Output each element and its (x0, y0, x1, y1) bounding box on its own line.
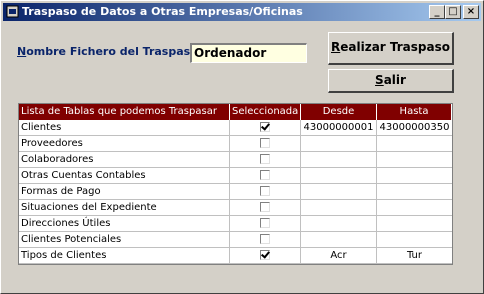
seleccionada-checkbox[interactable] (260, 218, 270, 228)
row-desde[interactable]: Acr (301, 248, 377, 264)
table-row[interactable]: Formas de Pago (19, 184, 452, 200)
table-row[interactable]: Tipos de Clientes Acr Tur (19, 248, 452, 264)
row-seleccionada (230, 120, 301, 136)
row-seleccionada (230, 200, 301, 216)
traspaso-window: Traspaso de Datos a Otras Empresas/Ofici… (0, 0, 484, 294)
header-seleccionada: Seleccionada (230, 104, 301, 120)
table-row[interactable]: Otras Cuentas Contables (19, 168, 452, 184)
row-name[interactable]: Otras Cuentas Contables (19, 168, 230, 184)
fichero-label-text: ombre Fichero del Traspaso (26, 45, 198, 58)
salir-label: alir (383, 73, 406, 87)
row-seleccionada (230, 168, 301, 184)
row-desde[interactable] (301, 200, 377, 216)
row-name[interactable]: Clientes (19, 120, 230, 136)
title-bar[interactable]: Traspaso de Datos a Otras Empresas/Ofici… (3, 3, 481, 21)
minimize-icon: _ (434, 6, 440, 17)
app-icon (6, 5, 19, 18)
maximize-button[interactable]: □ (445, 5, 461, 19)
row-desde[interactable] (301, 232, 377, 248)
seleccionada-checkbox[interactable] (260, 186, 270, 196)
fichero-label-mnemonic: N (17, 45, 27, 58)
row-desde[interactable] (301, 136, 377, 152)
row-hasta[interactable] (377, 200, 452, 216)
header-desde: Desde (301, 104, 377, 120)
seleccionada-checkbox[interactable] (260, 234, 270, 244)
header-hasta: Hasta (377, 104, 452, 120)
row-seleccionada (230, 232, 301, 248)
close-icon: × (466, 6, 476, 17)
realizar-mnemonic: R (331, 40, 341, 54)
row-desde[interactable] (301, 152, 377, 168)
row-seleccionada (230, 216, 301, 232)
row-desde[interactable] (301, 168, 377, 184)
window-title: Traspaso de Datos a Otras Empresas/Ofici… (22, 5, 303, 18)
row-hasta[interactable] (377, 232, 452, 248)
maximize-icon: □ (448, 6, 458, 17)
row-name[interactable]: Clientes Potenciales (19, 232, 230, 248)
grid-body: Clientes 43000000001 43000000350 Proveedore… (19, 120, 452, 264)
seleccionada-checkbox[interactable] (260, 122, 270, 132)
row-name[interactable]: Formas de Pago (19, 184, 230, 200)
row-hasta[interactable] (377, 136, 452, 152)
row-seleccionada (230, 152, 301, 168)
row-seleccionada (230, 248, 301, 264)
salir-mnemonic: S (375, 73, 384, 87)
row-desde[interactable]: 43000000001 (301, 120, 377, 136)
table-row[interactable]: Clientes Potenciales (19, 232, 452, 248)
seleccionada-checkbox[interactable] (260, 202, 270, 212)
row-name[interactable]: Colaboradores (19, 152, 230, 168)
row-hasta[interactable] (377, 152, 452, 168)
row-hasta[interactable]: Tur (377, 248, 452, 264)
table-row[interactable]: Situaciones del Expediente (19, 200, 452, 216)
row-name[interactable]: Direcciones Útiles (19, 216, 230, 232)
row-hasta[interactable]: 43000000350 (377, 120, 452, 136)
row-hasta[interactable] (377, 168, 452, 184)
seleccionada-checkbox[interactable] (260, 138, 270, 148)
table-row[interactable]: Direcciones Útiles (19, 216, 452, 232)
grid-header: Lista de Tablas que podemos Traspasar Se… (19, 104, 452, 120)
row-hasta[interactable] (377, 184, 452, 200)
row-seleccionada (230, 136, 301, 152)
row-seleccionada (230, 184, 301, 200)
header-lista: Lista de Tablas que podemos Traspasar (19, 104, 230, 120)
table-row[interactable]: Clientes 43000000001 43000000350 (19, 120, 452, 136)
tablas-grid[interactable]: Lista de Tablas que podemos Traspasar Se… (18, 103, 453, 265)
minimize-button[interactable]: _ (429, 5, 445, 19)
row-name[interactable]: Tipos de Clientes (19, 248, 230, 264)
realizar-label: ealizar Traspaso (340, 40, 450, 54)
row-name[interactable]: Proveedores (19, 136, 230, 152)
close-button[interactable]: × (463, 5, 479, 19)
table-row[interactable]: Proveedores (19, 136, 452, 152)
table-row[interactable]: Colaboradores (19, 152, 452, 168)
seleccionada-checkbox[interactable] (260, 250, 270, 260)
fichero-label: Nombre Fichero del Traspaso (17, 45, 198, 58)
row-desde[interactable] (301, 184, 377, 200)
fichero-input[interactable]: Ordenador (190, 43, 307, 63)
row-name[interactable]: Situaciones del Expediente (19, 200, 230, 216)
row-hasta[interactable] (377, 216, 452, 232)
seleccionada-checkbox[interactable] (260, 170, 270, 180)
salir-button[interactable]: Salir (328, 69, 454, 93)
realizar-traspaso-button[interactable]: Realizar Traspaso (328, 32, 454, 65)
row-desde[interactable] (301, 216, 377, 232)
seleccionada-checkbox[interactable] (260, 154, 270, 164)
